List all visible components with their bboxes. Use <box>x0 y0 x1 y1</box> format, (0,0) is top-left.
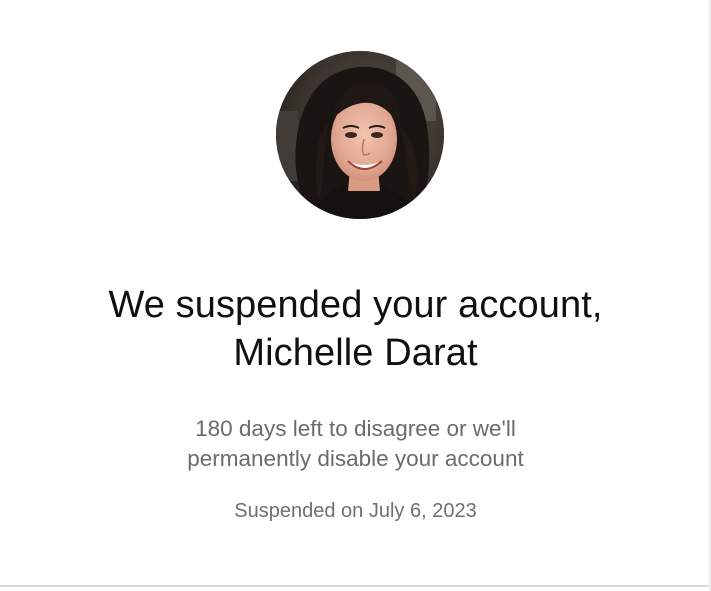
profile-photo <box>276 51 444 219</box>
suspension-screen: We suspended your account, Michelle Dara… <box>0 0 711 591</box>
message-line-1: 180 days left to disagree or we'll <box>195 416 516 441</box>
disagree-deadline-message: 180 days left to disagree or we'll perma… <box>0 414 711 474</box>
suspended-date: Suspended on July 6, 2023 <box>234 500 477 522</box>
avatar <box>276 51 444 219</box>
divider <box>0 585 711 587</box>
title-line-1: We suspended your account, <box>108 284 603 326</box>
page-title: We suspended your account, Michelle Dara… <box>0 281 711 377</box>
title-line-2: Michelle Darat <box>233 332 478 374</box>
message-line-2: permanently disable your account <box>187 446 524 471</box>
